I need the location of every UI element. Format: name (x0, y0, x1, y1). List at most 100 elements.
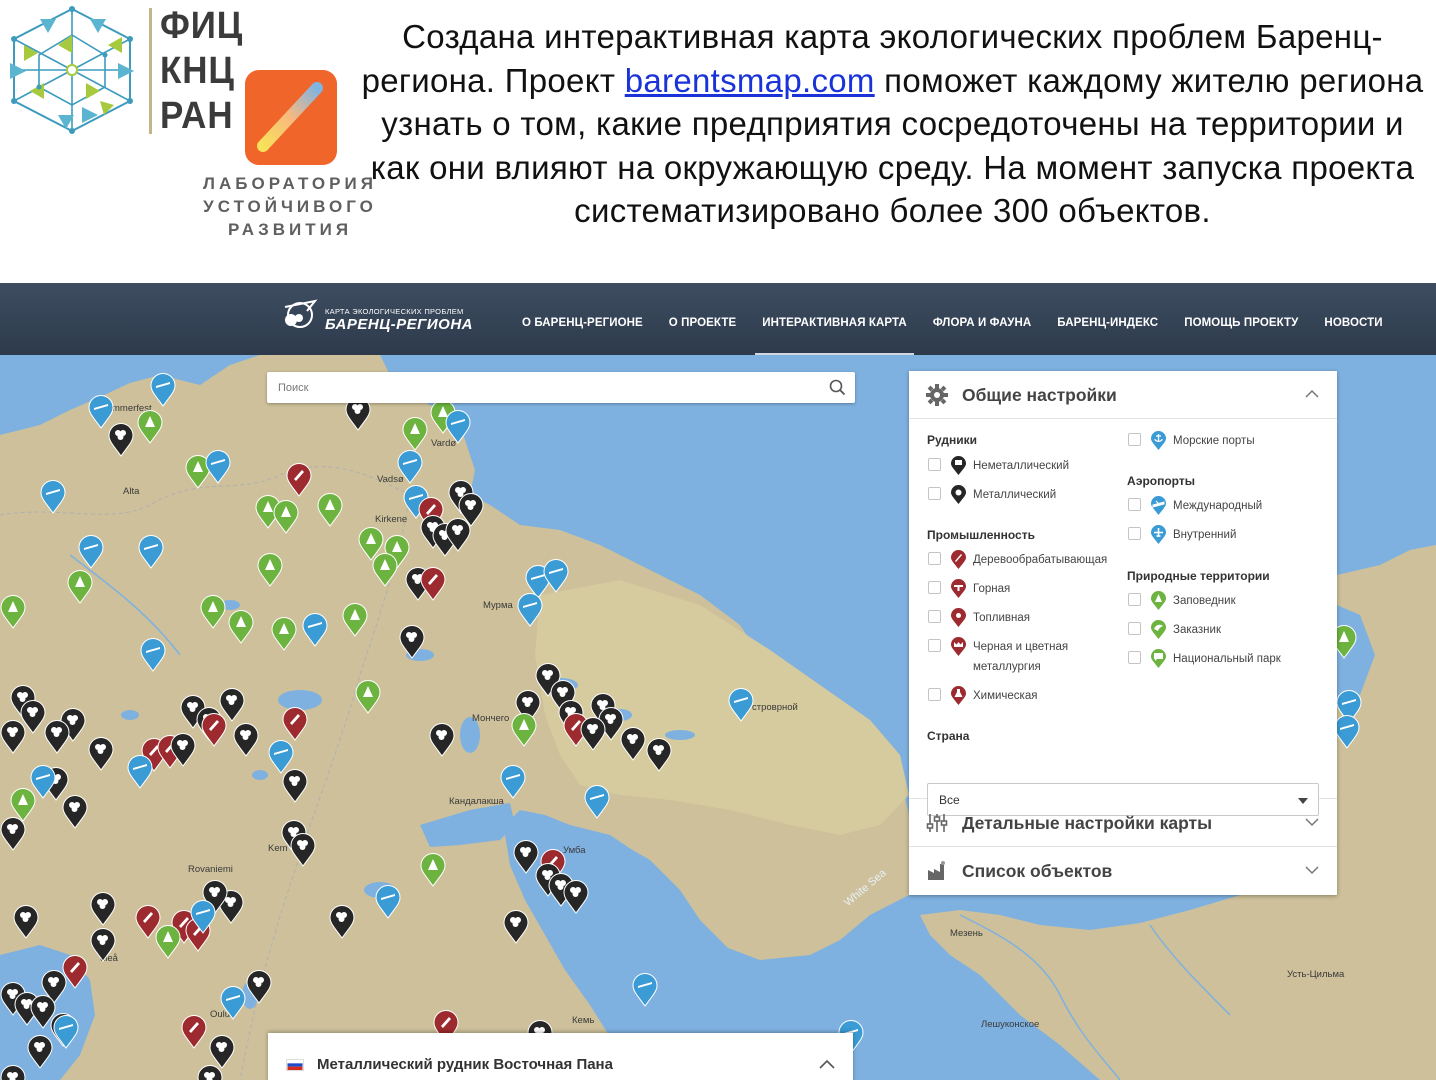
filter-woodworking[interactable]: Деревообрабатывающая (928, 550, 1107, 570)
transport-marker-icon[interactable] (584, 785, 610, 819)
transport-marker-icon[interactable] (445, 410, 471, 444)
mine-marker-icon[interactable] (44, 720, 70, 754)
transport-marker-icon[interactable] (220, 986, 246, 1020)
nav-about-project[interactable]: О ПРОЕКТЕ (656, 283, 749, 355)
detail-settings-header[interactable]: Детальные настройки карты (909, 799, 1337, 847)
nature-marker-icon[interactable] (271, 617, 297, 651)
checkbox[interactable] (928, 581, 941, 594)
mine-marker-icon[interactable] (646, 738, 672, 772)
nav-flora-fauna[interactable]: ФЛОРА И ФАУНА (920, 283, 1044, 355)
mine-marker-icon[interactable] (62, 795, 88, 829)
search-input[interactable] (267, 372, 827, 403)
checkbox[interactable] (1128, 433, 1141, 446)
checkbox[interactable] (928, 639, 941, 652)
nature-marker-icon[interactable] (342, 603, 368, 637)
industry-marker-icon[interactable] (282, 707, 308, 741)
mine-marker-icon[interactable] (197, 1065, 223, 1080)
object-list-header[interactable]: Список объектов (909, 847, 1337, 895)
transport-marker-icon[interactable] (40, 480, 66, 514)
transport-marker-icon[interactable] (1334, 715, 1360, 749)
transport-marker-icon[interactable] (78, 535, 104, 569)
transport-marker-icon[interactable] (53, 1015, 79, 1049)
mine-marker-icon[interactable] (329, 905, 355, 939)
mine-marker-icon[interactable] (13, 905, 39, 939)
mine-marker-icon[interactable] (209, 1035, 235, 1069)
mine-marker-icon[interactable] (0, 1065, 26, 1080)
transport-marker-icon[interactable] (632, 973, 658, 1007)
mine-marker-icon[interactable] (170, 733, 196, 767)
checkbox[interactable] (1128, 593, 1141, 606)
transport-marker-icon[interactable] (397, 450, 423, 484)
mine-marker-icon[interactable] (108, 423, 134, 457)
site-logo[interactable]: КАРТА ЭКОЛОГИЧЕСКИХ ПРОБЛЕМ БАРЕНЦ-РЕГИО… (277, 293, 473, 339)
nature-marker-icon[interactable] (317, 493, 343, 527)
mine-marker-icon[interactable] (88, 737, 114, 771)
transport-marker-icon[interactable] (500, 765, 526, 799)
chevron-down-icon[interactable] (1305, 817, 1319, 827)
nav-about-region[interactable]: О БАРЕНЦ-РЕГИОНЕ (509, 283, 656, 355)
mine-marker-icon[interactable] (90, 928, 116, 962)
filter-mining-industry[interactable]: Горная (928, 579, 1010, 599)
transport-marker-icon[interactable] (205, 450, 231, 484)
transport-marker-icon[interactable] (127, 755, 153, 789)
checkbox[interactable] (1128, 527, 1141, 540)
mine-marker-icon[interactable] (429, 723, 455, 757)
transport-marker-icon[interactable] (728, 688, 754, 722)
checkbox[interactable] (928, 552, 941, 565)
mine-marker-icon[interactable] (563, 880, 589, 914)
transport-marker-icon[interactable] (140, 638, 166, 672)
selected-object-bar[interactable]: Металлический рудник Восточная Пана (268, 1033, 853, 1080)
nav-news[interactable]: НОВОСТИ (1311, 283, 1395, 355)
filter-chemical[interactable]: Химическая (928, 686, 1037, 706)
checkbox[interactable] (1128, 498, 1141, 511)
filter-sea-ports[interactable]: Морские порты (1128, 431, 1255, 451)
filter-national-park[interactable]: Национальный парк (1128, 649, 1281, 669)
mine-marker-icon[interactable] (0, 720, 26, 754)
interactive-map[interactable]: mmerfest Vardø Alta Vadsø Kirkene Мурма … (0, 355, 1436, 1080)
mine-marker-icon[interactable] (90, 892, 116, 926)
nature-marker-icon[interactable] (0, 595, 26, 629)
filter-domestic-airport[interactable]: Внутренний (1128, 525, 1236, 545)
transport-marker-icon[interactable] (150, 373, 176, 407)
nature-marker-icon[interactable] (228, 610, 254, 644)
filter-fuel-industry[interactable]: Топливная (928, 608, 1030, 628)
transport-marker-icon[interactable] (302, 613, 328, 647)
mine-marker-icon[interactable] (580, 717, 606, 751)
filter-nonmetal-mine[interactable]: Неметаллический (928, 456, 1069, 476)
nav-help-project[interactable]: ПОМОЩЬ ПРОЕКТУ (1171, 283, 1311, 355)
industry-marker-icon[interactable] (181, 1015, 207, 1049)
mine-marker-icon[interactable] (0, 817, 26, 851)
search-icon[interactable] (829, 379, 846, 396)
nature-marker-icon[interactable] (402, 417, 428, 451)
mine-marker-icon[interactable] (620, 727, 646, 761)
nature-marker-icon[interactable] (155, 925, 181, 959)
mine-marker-icon[interactable] (219, 688, 245, 722)
mine-marker-icon[interactable] (290, 833, 316, 867)
nav-interactive-map[interactable]: ИНТЕРАКТИВНАЯ КАРТА (749, 283, 920, 355)
nature-marker-icon[interactable] (420, 853, 446, 887)
checkbox[interactable] (1128, 651, 1141, 664)
filter-metallurgy[interactable]: Черная и цветная металлургия (928, 637, 1068, 677)
transport-marker-icon[interactable] (517, 593, 543, 627)
filter-sanctuary[interactable]: Заказник (1128, 620, 1221, 640)
mine-marker-icon[interactable] (282, 769, 308, 803)
general-settings-header[interactable]: Общие настройки (909, 371, 1337, 419)
industry-marker-icon[interactable] (420, 567, 446, 601)
nature-marker-icon[interactable] (355, 680, 381, 714)
transport-marker-icon[interactable] (375, 885, 401, 919)
checkbox[interactable] (928, 487, 941, 500)
transport-marker-icon[interactable] (543, 559, 569, 593)
nature-marker-icon[interactable] (372, 553, 398, 587)
filter-reserve[interactable]: Заповедник (1128, 591, 1236, 611)
filter-metal-mine[interactable]: Металлический (928, 485, 1056, 505)
nature-marker-icon[interactable] (137, 410, 163, 444)
checkbox[interactable] (1128, 622, 1141, 635)
nature-marker-icon[interactable] (200, 595, 226, 629)
mine-marker-icon[interactable] (503, 910, 529, 944)
chevron-down-icon[interactable] (1305, 865, 1319, 875)
checkbox[interactable] (928, 610, 941, 623)
mine-marker-icon[interactable] (27, 1035, 53, 1069)
checkbox[interactable] (928, 688, 941, 701)
nature-marker-icon[interactable] (511, 713, 537, 747)
mine-marker-icon[interactable] (399, 625, 425, 659)
